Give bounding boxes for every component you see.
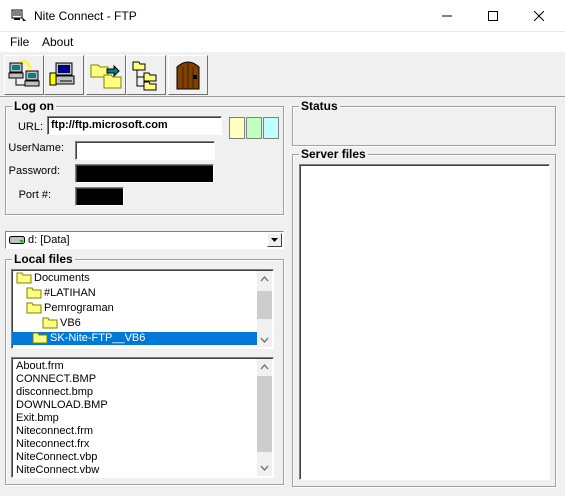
folder-list-scrollbar[interactable] [257, 271, 272, 347]
minimize-button[interactable] [424, 0, 470, 32]
menu-file[interactable]: File [10, 35, 29, 49]
folder-item-label: Pemrograman [44, 302, 114, 314]
port-label: Port #: [18, 189, 51, 201]
connect-icon [8, 60, 40, 87]
server-files-heading: Server files [299, 147, 368, 161]
title-bar: Nite Connect - FTP [0, 0, 565, 32]
scroll-up-icon[interactable] [260, 275, 269, 284]
close-icon [534, 11, 544, 21]
drive-dropdown-button[interactable] [267, 233, 282, 247]
folder-item[interactable]: #LATIHAN [26, 287, 96, 300]
swatch-cyan[interactable] [263, 117, 279, 139]
file-item[interactable]: About.frm [16, 360, 64, 373]
port-field[interactable] [75, 187, 124, 206]
logon-heading: Log on [12, 99, 56, 113]
scroll-down-icon[interactable] [260, 463, 269, 472]
folder-icon [26, 287, 42, 299]
file-item[interactable]: DOWNLOAD.BMP [16, 399, 108, 412]
folder-scroll-thumb[interactable] [257, 291, 272, 319]
folder-item[interactable]: VB6 [42, 317, 81, 330]
swatch-yellow[interactable] [229, 117, 245, 139]
drive-icon [9, 236, 25, 244]
file-item[interactable]: Niteconnect.frm [16, 425, 93, 438]
server-file-list[interactable] [299, 164, 550, 480]
password-field[interactable] [75, 164, 214, 183]
drive-select[interactable]: d: [Data] [5, 231, 284, 249]
maximize-button[interactable] [470, 0, 516, 32]
disconnect-icon [49, 62, 75, 86]
file-item[interactable]: CONNECT.BMP [16, 373, 96, 386]
folder-item[interactable]: Pemrograman [26, 302, 114, 315]
file-item[interactable]: Niteconnect.frx [16, 438, 89, 451]
folder-icon [16, 272, 32, 284]
swatch-green[interactable] [246, 117, 262, 139]
download-icon [90, 64, 122, 89]
scroll-down-icon[interactable] [260, 335, 269, 344]
folder-item-label: #LATIHAN [44, 287, 96, 299]
file-list[interactable]: About.frm CONNECT.BMP disconnect.bmp DOWNLO… [11, 357, 274, 478]
chevron-down-icon [271, 238, 278, 242]
folder-item-label: VB6 [60, 317, 81, 329]
folder-item[interactable]: Documents [16, 272, 90, 285]
scroll-up-icon[interactable] [260, 363, 269, 372]
username-label: UserName: [8, 142, 64, 154]
maximize-icon [488, 11, 498, 21]
exit-button[interactable] [168, 55, 208, 95]
password-label: Password: [8, 165, 60, 177]
file-item[interactable]: disconnect.bmp [16, 386, 93, 399]
drive-select-value: d: [Data] [28, 234, 70, 246]
download-button[interactable] [86, 55, 126, 95]
folder-item-label: SK-Nite-FTP__VB6 [50, 332, 146, 344]
username-field[interactable] [75, 141, 215, 160]
disconnect-button[interactable] [44, 55, 84, 95]
folder-icon [42, 317, 58, 329]
directory-tree-button[interactable] [126, 55, 166, 95]
file-scroll-thumb[interactable] [257, 376, 272, 452]
folder-icon [32, 332, 48, 344]
exit-door-icon [176, 61, 200, 90]
file-list-scrollbar[interactable] [257, 359, 272, 476]
status-heading: Status [299, 99, 340, 113]
file-item[interactable]: Exit.bmp [16, 412, 59, 425]
folder-icon [26, 302, 42, 314]
minimize-icon [442, 15, 452, 17]
status-frame: Status [292, 99, 556, 146]
menu-about[interactable]: About [42, 35, 73, 49]
connect-button[interactable] [4, 55, 44, 95]
menu-bar: File About [0, 32, 565, 52]
toolbar [0, 53, 565, 97]
file-item[interactable]: NiteConnect.vbp [16, 451, 97, 464]
local-files-heading: Local files [12, 252, 75, 266]
close-button[interactable] [516, 0, 562, 32]
window-title: Nite Connect - FTP [34, 9, 137, 23]
folder-item[interactable]: SK-Nite-FTP__VB6 [12, 332, 257, 345]
file-item[interactable]: NiteConnect.vbw [16, 464, 99, 477]
folder-list[interactable]: Documents #LATIHAN Pemrograman VB6 SK-Nite-F… [11, 269, 274, 349]
url-field[interactable]: ftp://ftp.microsoft.com [47, 116, 222, 135]
url-label: URL: [17, 121, 43, 133]
app-icon [11, 9, 26, 21]
folder-item-label: Documents [34, 272, 90, 284]
directory-tree-icon [132, 61, 157, 91]
